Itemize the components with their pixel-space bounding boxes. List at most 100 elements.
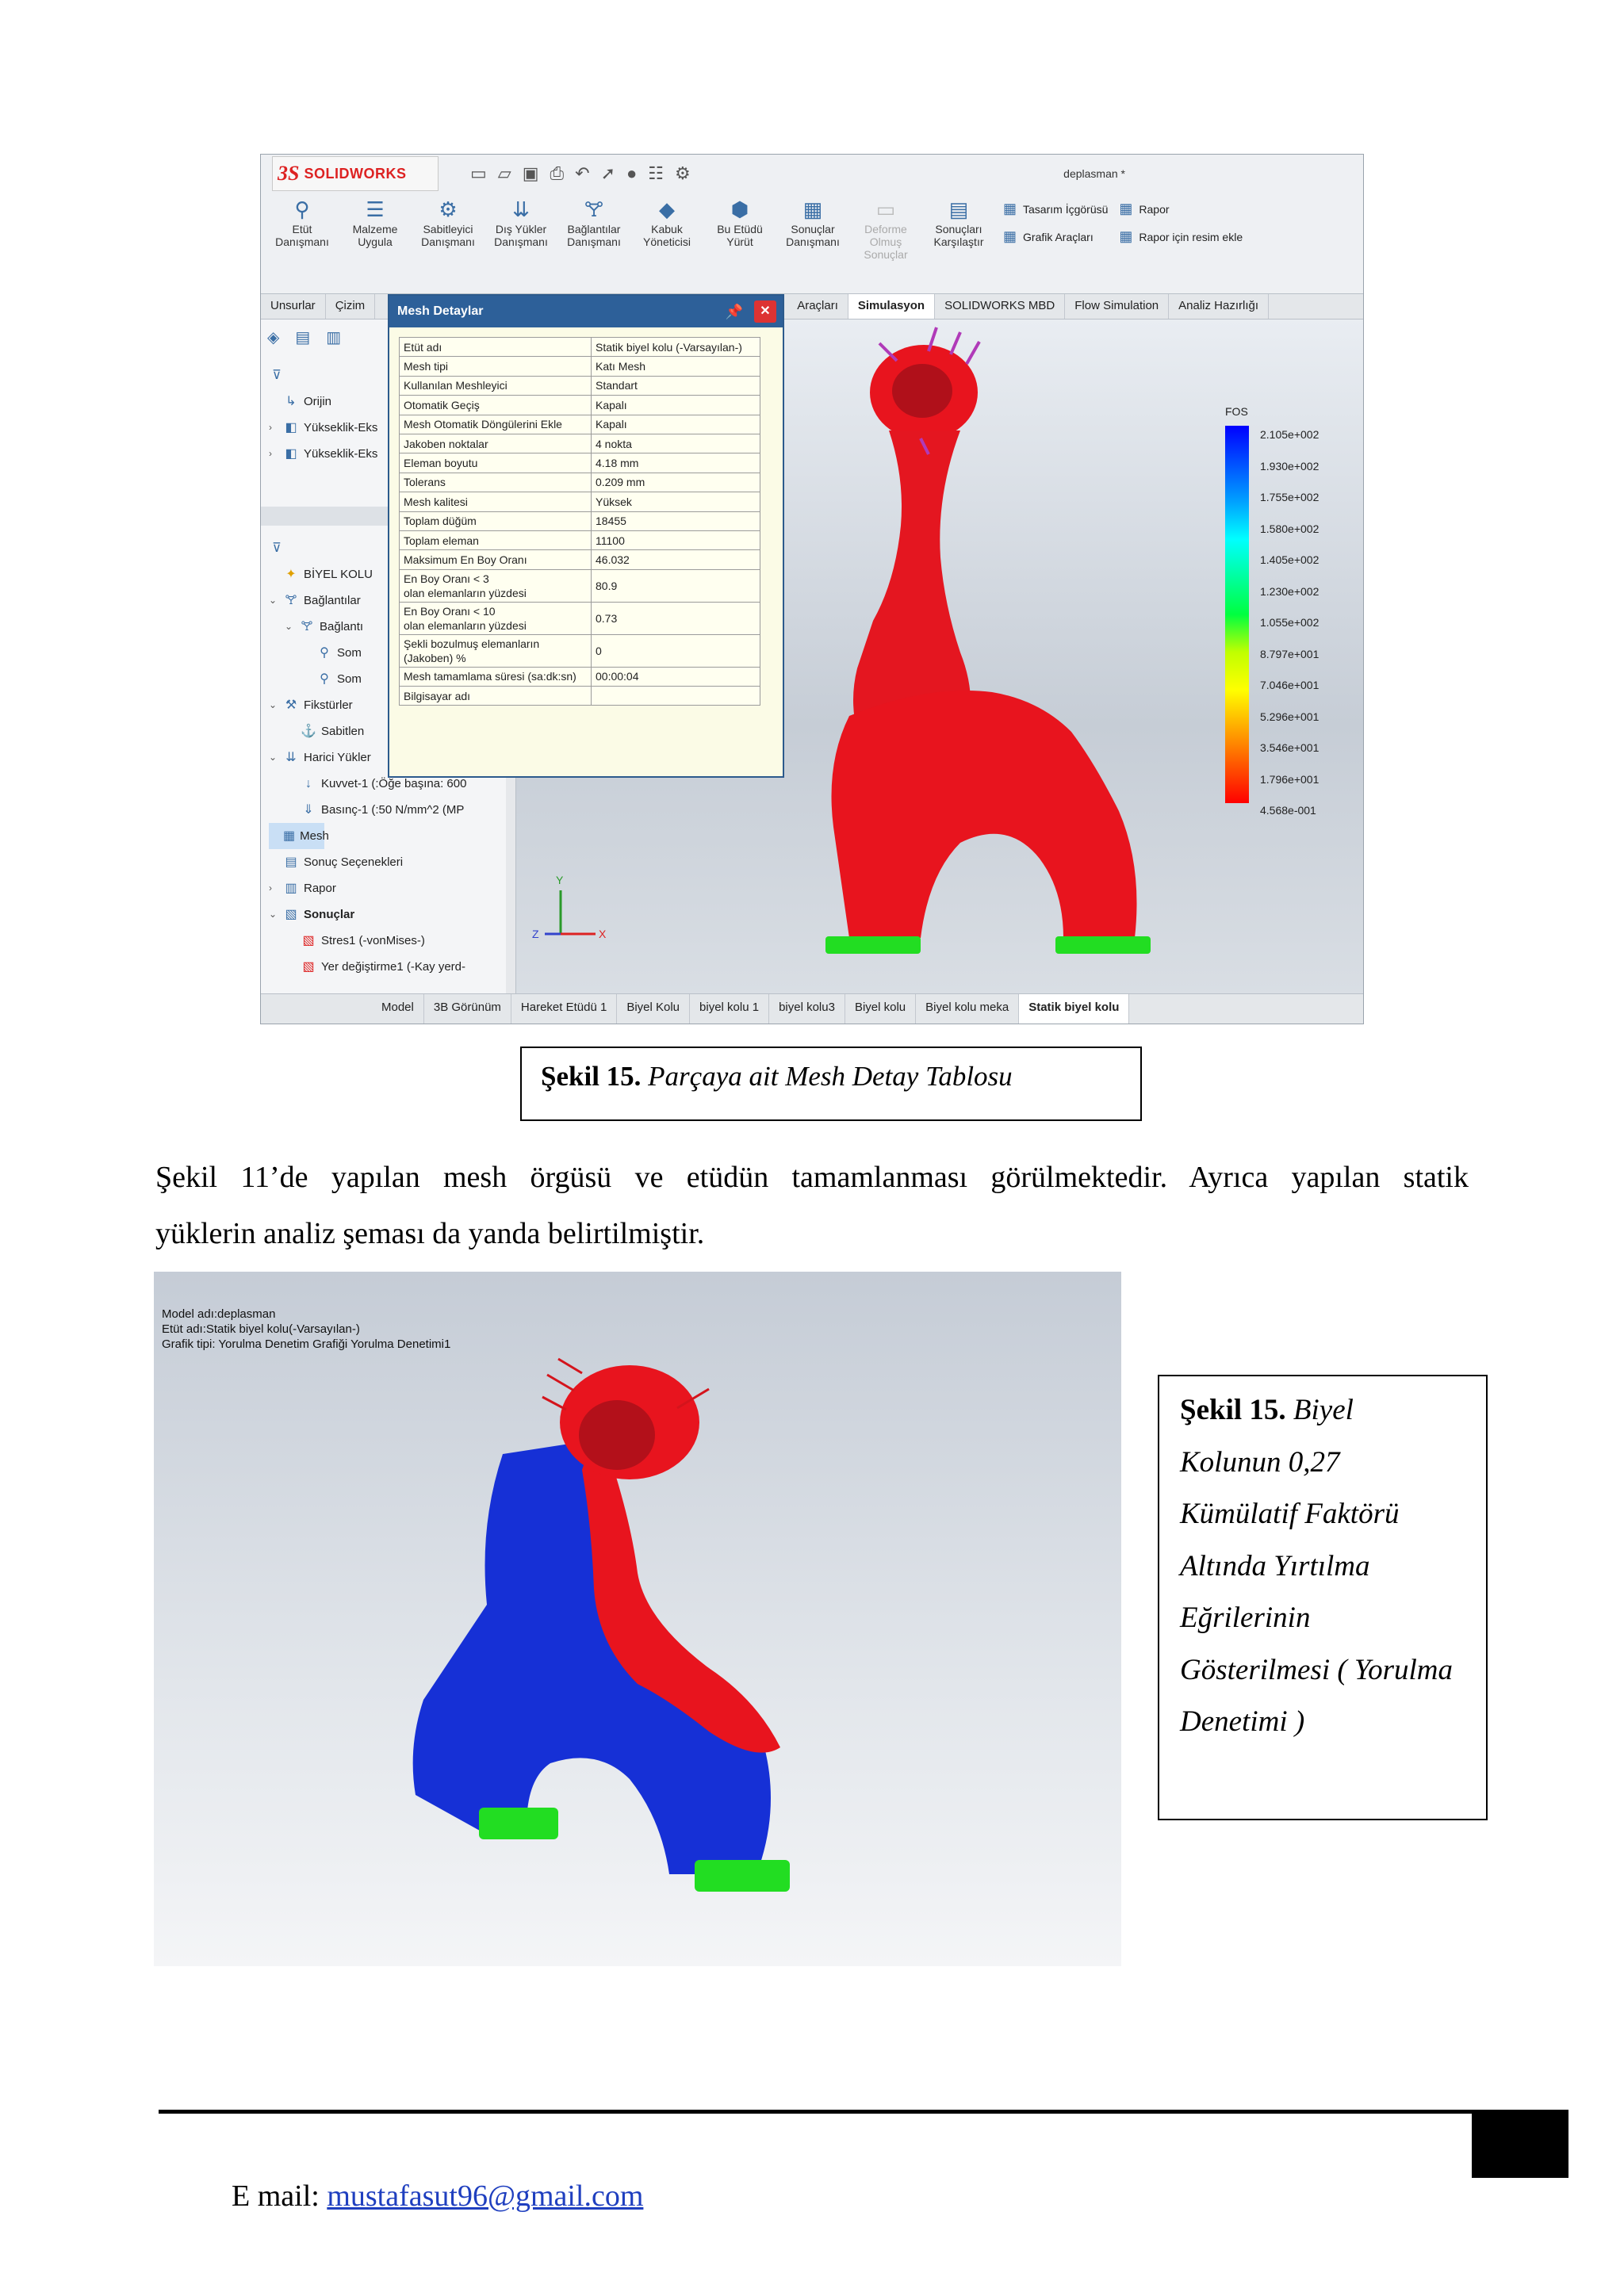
ribbon-stack-2: ▦ Rapor ▦ Rapor için resim ekle <box>1119 196 1243 291</box>
fatigue-rod-model <box>412 1357 790 1892</box>
ribbon-button-4[interactable]: 🝖 Bağlantılar Danışmanı <box>557 196 630 291</box>
document-tab[interactable]: 3B Görünüm <box>424 994 511 1024</box>
figure-caption-1: Şekil 15. Parçaya ait Mesh Detay Tablosu <box>520 1047 1142 1121</box>
fixtures-advisor-icon: ⚙ <box>439 197 458 221</box>
open-folder-icon[interactable]: ▱ <box>498 163 511 184</box>
table-row: Toplam düğüm 18455 <box>399 511 760 531</box>
command-tab[interactable]: Flow Simulation <box>1065 294 1170 319</box>
mesh-details-dialog: Mesh Detaylar 📌 ✕ Etüt adı Statik biyel k… <box>388 294 784 778</box>
ribbon-item-icon: ▦ <box>1003 201 1017 216</box>
filter-icon[interactable]: ⊽ <box>269 362 377 388</box>
legend-label: 1.796e+001 <box>1260 772 1320 786</box>
ribbon-button-0[interactable]: ⚲ Etüt Danışmanı <box>266 196 339 291</box>
property-name: Mesh tipi <box>399 356 592 377</box>
legend-label: 1.405e+002 <box>1260 553 1320 566</box>
ribbon-item-label: Tasarım İçgörüsü <box>1023 202 1109 216</box>
command-tab[interactable]: Analiz Hazırlığı <box>1169 294 1270 319</box>
mesh-details-table: Etüt adı Statik biyel kolu (-Varsayılan-)… <box>399 336 760 706</box>
property-value: 18455 <box>591 511 760 531</box>
dialog-header: Mesh Detaylar 📌 ✕ <box>389 296 783 327</box>
tree-item-pressure[interactable]: ⇓ Basınç-1 (:50 N/mm^2 (MP <box>269 797 466 823</box>
shell-manager-icon: ◆ <box>659 197 675 221</box>
ribbon-button-5[interactable]: ◆ Kabuk Yöneticisi <box>630 196 703 291</box>
property-value: 46.032 <box>591 549 760 570</box>
legend-label: 8.797e+001 <box>1260 647 1320 660</box>
tree-item-plane-2[interactable]: › ◧ Yükseklik-Eks <box>269 441 377 467</box>
undo-icon[interactable]: ↶ <box>575 163 589 184</box>
fixture-marks <box>825 936 1151 954</box>
select-cursor-icon[interactable]: ➚ <box>601 163 615 184</box>
table-row: En Boy Oranı < 10 olan elemanların yüzde… <box>399 601 760 635</box>
ribbon-stack-item[interactable]: ▦ Grafik Araçları <box>1003 228 1108 245</box>
ribbon-button-7[interactable]: ▦ Sonuçlar Danışmanı <box>776 196 849 291</box>
document-tab[interactable]: Model <box>372 994 424 1024</box>
legend-title: FOS <box>1225 405 1248 418</box>
tree-item-stress[interactable]: ▧ Stres1 (-vonMises-) <box>269 928 466 954</box>
command-tab[interactable]: Çizim <box>326 294 376 319</box>
fatigue-check-figure: Model adı:deplasman Etüt adı:Statik biye… <box>154 1272 1121 1966</box>
ribbon-button-6[interactable]: ⬢ Bu Etüdü Yürüt <box>703 196 776 291</box>
document-tab[interactable]: Biyel kolu meka <box>916 994 1020 1024</box>
options-list-icon[interactable]: ☷ <box>648 163 664 184</box>
new-document-icon[interactable]: ▭ <box>470 163 487 184</box>
tree-item-results[interactable]: ⌄ ▧ Sonuçlar <box>269 901 466 928</box>
document-tab[interactable]: biyel kolu3 <box>769 994 845 1024</box>
compare-results-icon: ▤ <box>948 197 969 221</box>
pin-icon[interactable]: 📌 <box>726 304 743 320</box>
document-tab[interactable]: Biyel kolu <box>845 994 917 1024</box>
solidworks-logo[interactable]: 3S SOLIDWORKS <box>272 156 439 191</box>
ribbon-button-9[interactable]: ▤ Sonuçları Karşılaştır <box>922 196 995 291</box>
table-row: Tolerans 0.209 mm <box>399 472 760 493</box>
close-icon[interactable]: ✕ <box>754 300 776 323</box>
tree-item-mesh[interactable]: ▦ Mesh <box>269 823 329 849</box>
command-tab[interactable]: Unsurlar <box>261 294 326 319</box>
paragraph-line-1: Şekil 11’de yapılan mesh örgüsü ve etüdü… <box>155 1161 1469 1194</box>
table-row: Eleman boyutu 4.18 mm <box>399 453 760 473</box>
run-study-icon: ⬢ <box>730 197 749 221</box>
tree-item-origin[interactable]: ↳ Orijin <box>269 388 377 415</box>
document-tab[interactable]: Biyel Kolu <box>617 994 691 1024</box>
ribbon-button-2[interactable]: ⚙ Sabitleyici Danışmanı <box>412 196 485 291</box>
traffic-light-icon[interactable]: ● <box>626 163 637 184</box>
property-name: Eleman boyutu <box>399 453 592 473</box>
ribbon-button-label: Bu Etüdü Yürüt <box>717 223 763 248</box>
tree-item-plane-1[interactable]: › ◧ Yükseklik-Eks <box>269 415 377 441</box>
document-tab[interactable]: biyel kolu 1 <box>690 994 770 1024</box>
footer-rule <box>159 2110 1473 2114</box>
command-tab[interactable]: SOLIDWORKS MBD <box>935 294 1066 319</box>
part-tree: ⊽ ↳ Orijin › ◧ Yükseklik-Eks › ◧ Yükseklik-Ek… <box>269 362 377 467</box>
legend-label: 4.568e-001 <box>1260 804 1316 817</box>
email-label: E mail: <box>232 2179 320 2213</box>
ribbon-button-1[interactable]: ☰ Malzeme Uygula <box>339 196 412 291</box>
tree-item-result-options[interactable]: ▤ Sonuç Seçenekleri <box>269 849 466 875</box>
print-icon[interactable]: ⎙ <box>550 163 565 184</box>
legend-label: 1.230e+002 <box>1260 584 1320 598</box>
caption-2-line: Altında Yırtılma <box>1180 1549 1370 1582</box>
feature-tree-icon[interactable]: ◈ <box>267 327 279 347</box>
ribbon-button-label: Sonuçları Karşılaştır <box>933 223 984 248</box>
document-tab[interactable]: Hareket Etüdü 1 <box>511 994 618 1024</box>
caption-2-line: Biyel <box>1293 1394 1354 1426</box>
email-link[interactable]: mustafasut96@gmail.com <box>327 2179 643 2213</box>
ribbon-item-icon: ▦ <box>1003 228 1017 244</box>
tree-item-displacement[interactable]: ▧ Yer değiştirme1 (-Kay yerd- <box>269 954 466 980</box>
ribbon-stack-item[interactable]: ▦ Tasarım İçgörüsü <box>1003 201 1108 217</box>
ribbon-stack-item[interactable]: ▦ Rapor <box>1119 201 1243 217</box>
ribbon-button-8[interactable]: ▭ Deforme Olmuş Sonuçlar <box>849 196 922 291</box>
ribbon-stack-1: ▦ Tasarım İçgörüsü ▦ Grafik Araçları <box>1003 196 1108 291</box>
ribbon-stack-item[interactable]: ▦ Rapor için resim ekle <box>1119 228 1243 245</box>
command-tab[interactable]: Araçları <box>787 294 848 319</box>
command-tab[interactable]: Simulasyon <box>848 294 936 319</box>
property-name: Bilgisayar adı <box>399 686 592 706</box>
property-name: Maksimum En Boy Oranı <box>399 549 592 570</box>
tree-item-report[interactable]: › ▥ Rapor <box>269 875 466 901</box>
settings-gear-icon[interactable]: ⚙ <box>675 163 691 184</box>
save-icon[interactable]: ▣ <box>523 163 539 184</box>
ribbon-button-3[interactable]: ⇊ Dış Yükler Danışmanı <box>485 196 557 291</box>
configuration-icon[interactable]: ▥ <box>326 327 341 347</box>
property-manager-icon[interactable]: ▤ <box>295 327 310 347</box>
ds-logo-icon: 3S <box>278 162 300 185</box>
logo-text: SOLIDWORKS <box>304 165 407 182</box>
table-row: Bilgisayar adı <box>399 686 760 706</box>
document-tab[interactable]: Statik biyel kolu <box>1019 994 1130 1024</box>
